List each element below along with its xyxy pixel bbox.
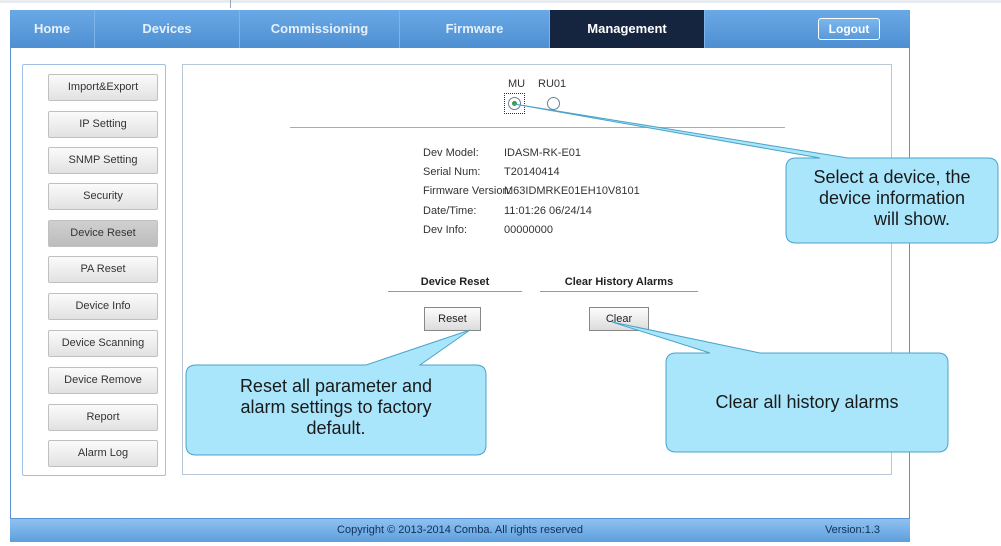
sidebar-item-device-reset[interactable]: Device Reset (48, 220, 158, 247)
clear-alarms-heading: Clear History Alarms (564, 276, 674, 288)
footer-bar: Copyright © 2013-2014 Comba. All rights … (10, 519, 910, 542)
nav-management[interactable]: Management (550, 10, 705, 48)
sidebar-item-ip-setting[interactable]: IP Setting (48, 111, 158, 138)
logout-button[interactable]: Logout (818, 18, 880, 40)
sidebar-item-device-scanning[interactable]: Device Scanning (48, 330, 158, 357)
device-option-ru01-radio[interactable] (547, 97, 560, 110)
info-value-serial: T20140414 (504, 166, 560, 178)
callout-reset-line-1: Reset all parameter and (239, 376, 433, 396)
nav-devices[interactable]: Devices (95, 10, 240, 48)
nav-commissioning[interactable]: Commissioning (240, 10, 400, 48)
device-option-ru01-label: RU01 (538, 78, 567, 90)
sidebar-item-snmp-setting[interactable]: SNMP Setting (48, 147, 158, 174)
sidebar-item-security[interactable]: Security (48, 183, 158, 210)
sidebar-item-import-export[interactable]: Import&Export (48, 74, 158, 101)
reset-button[interactable]: Reset (424, 307, 481, 331)
callout-reset-line-3: default. (306, 418, 366, 438)
callout-reset-line-2: alarm settings to factory (240, 397, 432, 417)
device-reset-underline (388, 291, 522, 292)
top-border (0, 0, 1001, 3)
clear-button[interactable]: Clear (589, 307, 649, 331)
callout-clear-line-1: Clear all history alarms (715, 392, 899, 412)
info-value-datetime: 11:01:26 06/24/14 (504, 205, 592, 217)
copyright-text: Copyright © 2013-2014 Comba. All rights … (337, 524, 583, 536)
nav-firmware[interactable]: Firmware (400, 10, 550, 48)
info-value-dev-model: IDASM-RK-E01 (504, 147, 582, 159)
info-value-devinfo: 00000000 (504, 224, 553, 236)
device-reset-heading: Device Reset (420, 276, 490, 288)
sidebar-item-device-info[interactable]: Device Info (48, 293, 158, 320)
info-value-firmware: M63IDMRKE01EH10V8101 (504, 185, 640, 197)
device-option-mu-radio[interactable] (508, 97, 521, 110)
divider-line (290, 127, 785, 128)
sidebar-item-pa-reset[interactable]: PA Reset (48, 256, 158, 283)
device-option-mu-label: MU (508, 78, 526, 90)
clear-alarms-underline (540, 291, 698, 292)
callout-select-text: Select a device, the device information … (790, 167, 994, 230)
callout-select-line-1: Select a device, the (813, 167, 971, 187)
callout-clear-text: Clear all history alarms (670, 392, 944, 413)
radio-selected-dot (512, 101, 517, 106)
info-key-serial: Serial Num: (423, 166, 481, 178)
info-key-firmware: Firmware Version: (423, 185, 512, 197)
info-key-datetime: Date/Time: (423, 205, 477, 217)
info-key-dev-model: Dev Model: (423, 147, 479, 159)
callout-select-line-3: will show. (873, 209, 951, 229)
callout-select-line-2: device information (818, 188, 966, 208)
top-border-mark (230, 0, 231, 8)
nav-home[interactable]: Home (10, 10, 95, 48)
info-key-devinfo: Dev Info: (423, 224, 468, 236)
sidebar-item-device-remove[interactable]: Device Remove (48, 367, 158, 394)
version-text: Version:1.3 (824, 524, 880, 536)
callout-reset-text: Reset all parameter and alarm settings t… (190, 376, 482, 439)
sidebar-item-alarm-log[interactable]: Alarm Log (48, 440, 158, 467)
main-nav: Home Devices Commissioning Firmware Mana… (10, 10, 910, 48)
nav-right-area: Logout (705, 10, 910, 48)
sidebar-item-report[interactable]: Report (48, 404, 158, 431)
